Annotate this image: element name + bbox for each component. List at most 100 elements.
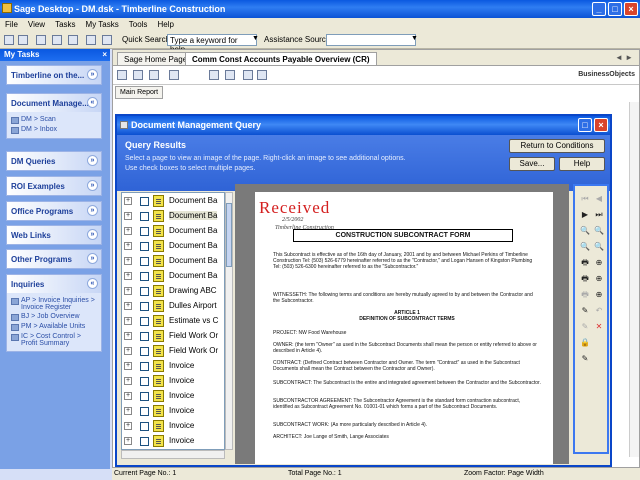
row-checkbox[interactable] <box>140 392 149 401</box>
expand-icon[interactable]: + <box>124 212 132 220</box>
panel-dm-queries-header[interactable]: DM Queries » <box>7 152 101 170</box>
expand-icon[interactable]: + <box>124 347 132 355</box>
assistance-dropdown-icon[interactable]: ▼ <box>411 35 418 42</box>
tab-main-report[interactable]: Main Report <box>115 86 164 99</box>
expand-icon[interactable]: + <box>124 227 132 235</box>
zoom-width-icon[interactable]: 🔍 <box>594 242 604 252</box>
tab-accounts-payable-overview[interactable]: Comm Const Accounts Payable Overview (CR… <box>185 52 377 65</box>
prev-page-icon[interactable]: ◀ <box>594 194 604 204</box>
file-row[interactable]: + Document Ba <box>122 209 222 224</box>
chevron-down-icon[interactable]: » <box>87 155 98 166</box>
search-icon[interactable] <box>209 70 219 80</box>
dialog-maximize-button[interactable]: □ <box>578 118 592 132</box>
chevron-down-icon[interactable]: » <box>87 69 98 80</box>
expand-icon[interactable]: + <box>124 407 132 415</box>
minimize-button[interactable]: _ <box>592 2 606 16</box>
inquiry-job-overview-link[interactable]: BJ > Job Overview <box>11 312 97 322</box>
expand-icon[interactable]: + <box>124 287 132 295</box>
file-list-vscrollbar[interactable] <box>225 192 233 450</box>
group-tree-icon[interactable] <box>243 70 253 80</box>
note-icon[interactable]: ✎ <box>580 354 590 364</box>
help-button[interactable]: Help <box>559 157 605 171</box>
chevron-down-icon[interactable]: » <box>87 229 98 240</box>
expand-icon[interactable]: + <box>124 437 132 445</box>
row-checkbox[interactable] <box>140 287 149 296</box>
file-row[interactable]: + Document Ba <box>122 224 222 239</box>
row-checkbox[interactable] <box>140 317 149 326</box>
file-row[interactable]: + Invoice <box>122 419 222 434</box>
fit-icon[interactable]: ⊕ <box>594 274 604 284</box>
file-row[interactable]: + Field Work Or <box>122 344 222 359</box>
maximize-button[interactable]: □ <box>608 2 622 16</box>
print-page-icon[interactable]: 🖶 <box>580 274 590 284</box>
sidebar-close-icon[interactable]: × <box>102 50 107 59</box>
row-checkbox[interactable] <box>140 257 149 266</box>
panel-other-programs-header[interactable]: Other Programs » <box>7 250 101 268</box>
inquiry-invoice-register-link[interactable]: AP > Invoice Inquiries > Invoice Registe… <box>11 296 97 312</box>
inquiry-available-units-link[interactable]: PM > Available Units <box>11 322 97 332</box>
menu-view[interactable]: View <box>23 18 50 31</box>
open-icon[interactable] <box>18 35 28 45</box>
assistance-source-select[interactable] <box>326 34 416 46</box>
document-preview[interactable]: Received 2/5/2002 Timberline Constructio… <box>235 184 569 464</box>
print-icon[interactable] <box>68 35 78 45</box>
new-icon[interactable] <box>4 35 14 45</box>
chevron-down-icon[interactable]: » <box>87 253 98 264</box>
file-row[interactable]: + Invoice <box>122 374 222 389</box>
inquiry-profit-summary-link[interactable]: IC > Cost Control > Profit Summary <box>11 332 97 348</box>
file-row[interactable]: + Dulles Airport <box>122 299 222 314</box>
scroll-thumb[interactable] <box>226 203 232 267</box>
expand-icon[interactable]: + <box>124 332 132 340</box>
paste-icon[interactable] <box>52 35 62 45</box>
close-button[interactable]: × <box>624 2 638 16</box>
nav-first-icon[interactable] <box>169 70 179 80</box>
row-checkbox[interactable] <box>140 347 149 356</box>
file-row[interactable]: + Estimate vs C <box>122 314 222 329</box>
panel-web-links-header[interactable]: Web Links » <box>7 226 101 244</box>
menu-help[interactable]: Help <box>152 18 178 31</box>
row-checkbox[interactable] <box>140 377 149 386</box>
expand-icon[interactable]: + <box>124 242 132 250</box>
file-row[interactable]: + Document Ba <box>122 194 222 209</box>
file-list-hscrollbar[interactable] <box>121 450 225 459</box>
expand-icon[interactable]: + <box>124 392 132 400</box>
save-button[interactable]: Save... <box>509 157 555 171</box>
file-row[interactable]: + Document Ba <box>122 239 222 254</box>
row-checkbox[interactable] <box>140 272 149 281</box>
move-icon[interactable]: ⊕ <box>594 290 604 300</box>
expand-icon[interactable]: + <box>124 362 132 370</box>
row-checkbox[interactable] <box>140 197 149 206</box>
expand-icon[interactable]: + <box>124 302 132 310</box>
row-checkbox[interactable] <box>140 362 149 371</box>
refresh-icon[interactable] <box>149 70 159 80</box>
print-icon[interactable]: 🖶 <box>580 258 590 268</box>
last-page-icon[interactable]: ⏭ <box>594 210 604 220</box>
row-checkbox[interactable] <box>140 437 149 446</box>
quick-search-dropdown-icon[interactable]: ▼ <box>252 35 259 42</box>
panel-office-programs-header[interactable]: Office Programs » <box>7 202 101 220</box>
first-page-icon[interactable]: ⏮ <box>580 194 590 204</box>
expand-icon[interactable]: + <box>124 257 132 265</box>
next-page-icon[interactable]: ▶ <box>580 210 590 220</box>
file-row[interactable]: + Drawing ABC <box>122 284 222 299</box>
delete-icon[interactable]: ✕ <box>594 322 604 332</box>
file-row[interactable]: + Document Ba <box>122 269 222 284</box>
expand-icon[interactable]: + <box>124 422 132 430</box>
dm-scan-link[interactable]: DM > Scan <box>11 115 97 125</box>
panel-roi-examples-header[interactable]: ROI Examples » <box>7 177 101 195</box>
row-checkbox[interactable] <box>140 332 149 341</box>
menu-my-tasks[interactable]: My Tasks <box>81 18 124 31</box>
chevron-down-icon[interactable]: » <box>87 205 98 216</box>
panel-timberline-header[interactable]: Timberline on the... » <box>7 66 101 84</box>
quick-search-input[interactable]: Type a keyword for help <box>167 34 257 54</box>
filter-icon[interactable] <box>257 70 267 80</box>
expand-icon[interactable]: + <box>124 377 132 385</box>
zoom-icon[interactable] <box>225 70 235 80</box>
zoom-in-icon[interactable]: 🔍 <box>580 226 590 236</box>
panel-document-manager-header[interactable]: Document Manage... « <box>7 94 101 112</box>
chevron-down-icon[interactable]: » <box>87 180 98 191</box>
refresh-icon[interactable] <box>86 35 96 45</box>
tab-sage-home[interactable]: Sage Home Page <box>117 52 195 65</box>
panel-inquiries-header[interactable]: Inquiries « <box>7 275 101 293</box>
row-checkbox[interactable] <box>140 212 149 221</box>
